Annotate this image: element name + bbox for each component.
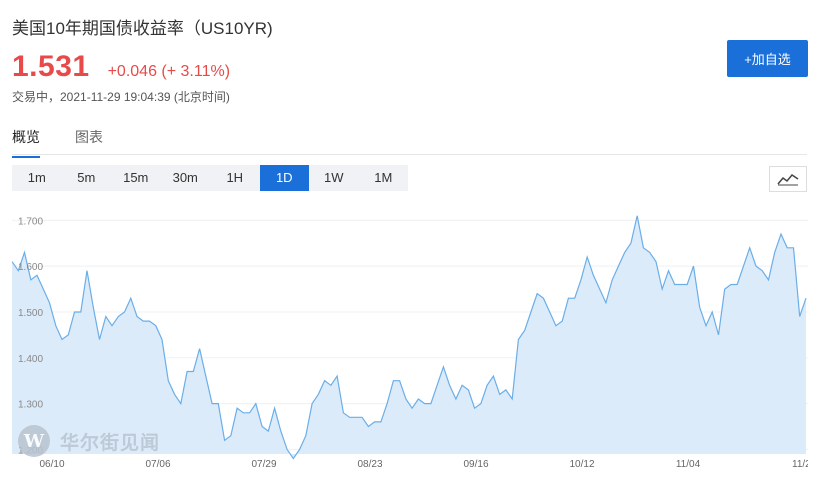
y-tick-label-3: 1.500 <box>18 308 43 319</box>
quote-row: 1.531 +0.046 (+ 3.11%) <box>12 50 230 84</box>
x-tick-label-5: 10/12 <box>569 459 594 470</box>
period-15m[interactable]: 15m <box>111 165 161 191</box>
period-1d[interactable]: 1D <box>259 165 309 191</box>
period-5m[interactable]: 5m <box>62 165 112 191</box>
trading-status: 交易中，2021-11-29 19:04:39 (北京时间) <box>12 90 230 104</box>
period-1h[interactable]: 1H <box>210 165 260 191</box>
period-1m[interactable]: 1m <box>12 165 62 191</box>
period-selector: 1m 5m 15m 30m 1H 1D 1W 1M <box>12 165 408 191</box>
last-price: 1.531 <box>12 50 90 83</box>
tab-divider <box>12 154 807 155</box>
add-to-watchlist-button[interactable]: +加自选 <box>727 40 808 77</box>
wallstreetcn-logo: W <box>18 425 50 457</box>
price-change: +0.046 (+ 3.11%) <box>107 63 231 80</box>
y-tick-label-1: 1.300 <box>18 400 43 411</box>
page-title: 美国10年期国债收益率（US10YR) <box>12 19 273 38</box>
x-tick-label-6: 11/04 <box>676 459 701 470</box>
x-tick-label-2: 07/29 <box>251 459 276 470</box>
x-tick-label-0: 06/10 <box>39 459 64 470</box>
period-30m[interactable]: 30m <box>161 165 211 191</box>
watermark-text: 华尔街见闻 <box>60 432 161 454</box>
y-tick-label-4: 1.600 <box>18 262 43 273</box>
x-tick-label-1: 07/06 <box>145 459 170 470</box>
x-tick-label-7: 11/2 <box>792 459 808 470</box>
yield-area-fill <box>12 215 806 459</box>
y-tick-label-5: 1.700 <box>18 216 43 227</box>
watermark: W 华尔街见闻 <box>18 425 160 457</box>
y-tick-label-2: 1.400 <box>18 354 43 365</box>
period-1w[interactable]: 1W <box>309 165 359 191</box>
line-chart-toggle-button[interactable] <box>769 166 807 192</box>
line-chart-icon <box>777 174 799 186</box>
x-tick-label-3: 08/23 <box>357 459 382 470</box>
period-1mo[interactable]: 1M <box>359 165 409 191</box>
x-tick-label-4: 09/16 <box>463 459 488 470</box>
